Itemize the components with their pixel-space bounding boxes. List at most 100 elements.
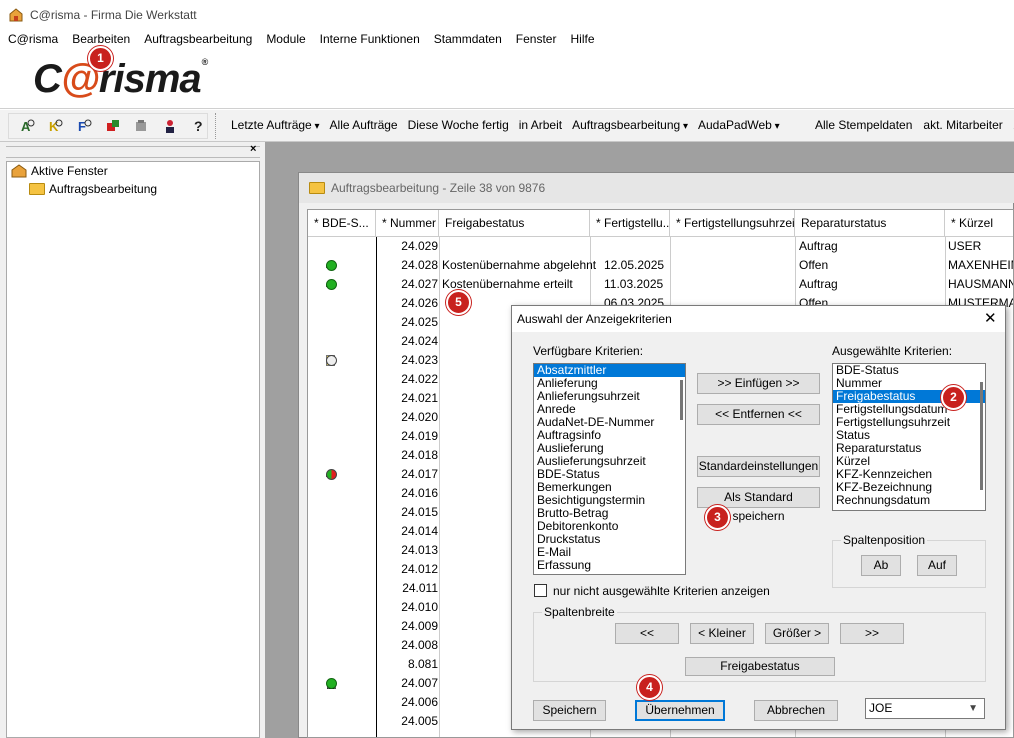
cell-nummer: 24.019: [401, 429, 438, 443]
dialog-close-icon[interactable]: ✕: [984, 309, 997, 327]
grid-header-3[interactable]: * Fertigstellu...: [590, 210, 670, 237]
parts-icon[interactable]: [104, 117, 121, 135]
move-up-button[interactable]: Auf: [917, 555, 957, 576]
remove-button[interactable]: << Entfernen <<: [697, 404, 820, 425]
criteria-dialog: Auswahl der Anzeigekriterien ✕ Verfügbar…: [511, 305, 1006, 730]
cell-kuerzel: HAUSMANN,: [948, 277, 1014, 291]
dialog-titlebar[interactable]: Auswahl der Anzeigekriterien: [512, 306, 1005, 332]
grid-header-6[interactable]: * Kürzel: [945, 210, 1013, 237]
table-row[interactable]: ▬24.028Kostenübernahme abgelehnt12.05.20…: [308, 256, 1013, 275]
apply-button[interactable]: Übernehmen: [635, 700, 725, 721]
insert-button[interactable]: >> Einfügen >>: [697, 373, 820, 394]
help-icon[interactable]: ?: [190, 117, 207, 135]
toolbar-right-link-0[interactable]: Alle Stempeldaten: [815, 118, 912, 132]
save-button[interactable]: Speichern: [533, 700, 606, 721]
folder-icon: [309, 182, 325, 194]
cell-nummer: 24.021: [401, 391, 438, 405]
menu-item-0[interactable]: C@risma: [8, 32, 58, 46]
cell-nummer: 24.007: [401, 676, 438, 690]
status-partial-icon: [326, 469, 337, 480]
cell-nummer: 24.010: [401, 600, 438, 614]
toolbar-link-3[interactable]: in Arbeit: [519, 118, 562, 132]
move-down-button[interactable]: Ab: [861, 555, 901, 576]
svg-text:K: K: [49, 119, 59, 134]
cell-nummer: 24.028: [401, 258, 438, 272]
menu-item-4[interactable]: Interne Funktionen: [320, 32, 420, 46]
column-position-label: Spaltenposition: [841, 533, 928, 547]
window-tree: Aktive Fenster Auftragsbearbeitung: [6, 161, 260, 738]
employee-icon[interactable]: [161, 117, 178, 135]
customer-search-icon[interactable]: A: [19, 117, 36, 135]
toolbar-links: Letzte Aufträge Alle Aufträge Diese Woche …: [231, 118, 780, 132]
cell-fertigstellung: 12.05.2025: [604, 258, 665, 272]
cell-nummer: 24.016: [401, 486, 438, 500]
cell-nummer: 24.015: [401, 505, 438, 519]
grid-header: * BDE-S... * Nummer Freigabestatus * Fertig…: [308, 210, 1013, 237]
annotation-badge-2: 2: [941, 385, 966, 410]
cell-nummer: 24.008: [401, 638, 438, 652]
width-smaller-button[interactable]: < Kleiner: [690, 623, 754, 644]
grid-header-2[interactable]: Freigabestatus: [439, 210, 590, 237]
status-green-icon: [326, 678, 337, 689]
toolbar-link-5[interactable]: AudaPadWeb: [698, 118, 780, 132]
annotation-badge-3: 3: [705, 505, 730, 530]
toolbar-right-link-1[interactable]: akt. Mitarbeiter: [923, 118, 1002, 132]
cell-nummer: 24.014: [401, 524, 438, 538]
invoice-search-icon[interactable]: F: [76, 117, 93, 135]
annotation-badge-5: 5: [446, 290, 471, 315]
carisma-logo: C@risma®: [33, 57, 208, 101]
available-label: Verfügbare Kriterien:: [533, 344, 644, 358]
menu-item-5[interactable]: Stammdaten: [434, 32, 502, 46]
cell-nummer: 24.027: [401, 277, 438, 291]
grid-header-5[interactable]: Reparaturstatus: [795, 210, 945, 237]
table-row[interactable]: 24.029 Auftrag USER: [308, 237, 1013, 256]
status-green-icon: [326, 260, 337, 271]
cell-nummer: 24.009: [401, 619, 438, 633]
panel-close-icon[interactable]: ×: [250, 143, 256, 155]
grid-header-1[interactable]: * Nummer: [376, 210, 439, 237]
user-combobox[interactable]: JOE ▼: [865, 698, 985, 719]
auftrag-window-titlebar[interactable]: Auftragsbearbeitung - Zeile 38 von 9876: [299, 173, 1014, 203]
dialog-title: Auswahl der Anzeigekriterien: [517, 312, 672, 326]
tree-root-label: Aktive Fenster: [31, 164, 108, 178]
menu-item-3[interactable]: Module: [266, 32, 305, 46]
tools-icon[interactable]: [133, 117, 150, 135]
only-unselected-label: nur nicht ausgewählte Kriterien anzeigen: [553, 584, 770, 598]
only-unselected-checkbox[interactable]: [534, 584, 547, 597]
tree-root[interactable]: Aktive Fenster: [11, 164, 108, 178]
tree-item-auftragsbearbeitung[interactable]: Auftragsbearbeitung: [29, 182, 157, 196]
available-criteria-list[interactable]: Absatzmittler Anlieferung Anlieferungsuhrz…: [533, 363, 686, 575]
vehicle-search-icon[interactable]: K: [47, 117, 64, 135]
selected-label: Ausgewählte Kriterien:: [832, 344, 953, 358]
width-first-button[interactable]: <<: [615, 623, 679, 644]
grid-header-4[interactable]: * Fertigstellungsuhrzeit: [670, 210, 795, 237]
width-bigger-button[interactable]: Größer >: [765, 623, 829, 644]
available-criteria-item[interactable]: Erfassung: [534, 559, 685, 572]
svg-text:?: ?: [194, 118, 203, 134]
menu-item-2[interactable]: Auftragsbearbeitung: [144, 32, 252, 46]
width-last-button[interactable]: >>: [840, 623, 904, 644]
menu-item-6[interactable]: Fenster: [516, 32, 557, 46]
column-width-label: Spaltenbreite: [542, 605, 617, 619]
toolbar-link-0[interactable]: Letzte Aufträge: [231, 118, 320, 132]
annotation-badge-4: 4: [637, 675, 662, 700]
panel-grip[interactable]: [6, 146, 260, 158]
selected-list-scrollbar[interactable]: [980, 382, 983, 490]
available-list-scrollbar[interactable]: [680, 380, 683, 420]
default-settings-button[interactable]: Standardeinstellungen: [697, 456, 820, 477]
table-row[interactable]: ▬24.027Kostenübernahme erteilt11.03.2025…: [308, 275, 1014, 294]
cell-nummer: 24.026: [401, 296, 438, 310]
menu-item-1[interactable]: Bearbeiten: [72, 32, 130, 46]
selected-criteria-list[interactable]: BDE-Status Nummer Freigabestatus Fertigstel…: [832, 363, 986, 511]
auftrag-window-title: Auftragsbearbeitung - Zeile 38 von 9876: [331, 181, 546, 195]
status-green-icon: [326, 279, 337, 290]
grid-header-0[interactable]: * BDE-S...: [308, 210, 376, 237]
cell-nummer: 24.012: [401, 562, 438, 576]
selected-criteria-item[interactable]: Rechnungsdatum: [833, 494, 985, 507]
menu-item-7[interactable]: Hilfe: [570, 32, 594, 46]
cell-nummer: 24.024: [401, 334, 438, 348]
toolbar-link-4[interactable]: Auftragsbearbeitung: [572, 118, 688, 132]
cancel-button[interactable]: Abbrechen: [754, 700, 838, 721]
toolbar-link-2[interactable]: Diese Woche fertig: [408, 118, 509, 132]
toolbar-link-1[interactable]: Alle Aufträge: [330, 118, 398, 132]
